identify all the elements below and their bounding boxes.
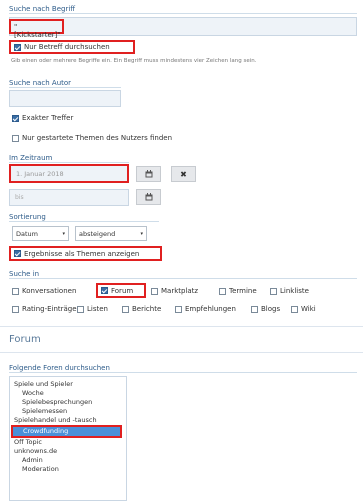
as-threads-checkbox[interactable] (14, 250, 21, 257)
content-type-recommendations[interactable]: Empfehlungen (175, 305, 236, 313)
marketplace-checkbox[interactable] (151, 287, 158, 295)
section-divider (0, 352, 363, 353)
marketplace-label: Marktplatz (161, 287, 199, 295)
forum-node[interactable]: Spiele und Spieler (10, 377, 126, 389)
lists-label: Listen (87, 305, 108, 313)
author-label: Suche nach Autor (9, 79, 121, 88)
chevron-down-icon: ▾ (62, 230, 65, 237)
recommendations-checkbox[interactable] (175, 305, 182, 313)
chevron-down-icon: ▾ (140, 230, 143, 237)
sort-order-select[interactable]: absteigend ▾ (75, 226, 147, 241)
section-divider (0, 326, 363, 327)
forum-node[interactable]: Spielehandel und -tausch (10, 416, 126, 425)
recommendations-label: Empfehlungen (185, 305, 236, 313)
events-label: Termine (229, 287, 257, 295)
reports-checkbox[interactable] (122, 305, 129, 313)
lists-checkbox[interactable] (77, 305, 84, 313)
as-threads-option[interactable]: Ergebnisse als Themen anzeigen (9, 246, 162, 261)
search-in-label: Suche in (9, 270, 357, 279)
content-type-ratings[interactable]: Rating-Einträge (12, 305, 77, 313)
calendar-icon (145, 170, 152, 178)
forum-node[interactable]: Woche (10, 389, 126, 398)
sort-order-value: absteigend (79, 229, 116, 238)
exact-match-checkbox[interactable] (12, 114, 19, 122)
to-date-input[interactable]: bis (9, 189, 129, 206)
close-icon: ✖ (180, 169, 187, 179)
content-type-conversations[interactable]: Konversationen (12, 287, 76, 295)
forum-node-selected[interactable]: Crowdfunding (11, 425, 122, 438)
as-threads-label: Ergebnisse als Themen anzeigen (24, 249, 140, 258)
title-only-label: Nur Betreff durchsuchen (24, 43, 110, 51)
user-threads-option[interactable]: Nur gestartete Themen des Nutzers finden (12, 134, 172, 142)
forum-node[interactable]: Off Topic (10, 438, 126, 447)
conversations-label: Konversationen (22, 287, 77, 295)
author-input[interactable] (9, 90, 121, 107)
ratings-label: Rating-Einträge (22, 305, 77, 313)
search-hint: Gib einen oder mehrere Begriffe ein. Ein… (11, 58, 257, 64)
forum-node[interactable]: Moderation (10, 465, 126, 474)
forum-label: Forum (111, 286, 134, 295)
calendar-icon (145, 193, 152, 201)
title-only-checkbox[interactable] (14, 43, 21, 51)
exact-match-label: Exakter Treffer (22, 114, 74, 122)
timeframe-label: Im Zeitraum (9, 154, 129, 163)
forum-node[interactable]: Admin (10, 456, 126, 465)
content-type-wiki[interactable]: Wiki (291, 305, 316, 313)
clear-date-button[interactable]: ✖ (171, 166, 196, 182)
reports-label: Berichte (132, 305, 162, 313)
content-type-forum[interactable]: Forum (96, 283, 146, 298)
to-calendar-button[interactable] (136, 189, 161, 205)
content-type-blogs[interactable]: Blogs (251, 305, 280, 313)
sort-field-value: Datum (16, 229, 38, 238)
sort-label: Sortierung (9, 213, 159, 222)
search-term-value[interactable]: "[Kickstarter]" (9, 19, 64, 39)
forum-checkbox[interactable] (101, 287, 108, 294)
forum-node[interactable]: Spielebesprechungen (10, 398, 126, 407)
linklist-label: Linkliste (280, 287, 309, 295)
content-type-linklist[interactable]: Linkliste (270, 287, 309, 295)
forum-tree-list[interactable]: Spiele und Spieler Woche Spielebesprechu… (9, 376, 127, 501)
user-threads-label: Nur gestartete Themen des Nutzers finden (22, 134, 173, 142)
from-calendar-button[interactable] (136, 166, 161, 182)
user-threads-checkbox[interactable] (12, 134, 19, 142)
blogs-label: Blogs (261, 305, 281, 313)
content-type-lists[interactable]: Listen (77, 305, 108, 313)
content-type-events[interactable]: Termine (219, 287, 257, 295)
events-checkbox[interactable] (219, 287, 226, 295)
linklist-checkbox[interactable] (270, 287, 277, 295)
ratings-checkbox[interactable] (12, 305, 19, 313)
content-type-reports[interactable]: Berichte (122, 305, 161, 313)
search-term-label: Suche nach Begriff (9, 5, 357, 14)
forum-node[interactable]: unknowns.de (10, 447, 126, 456)
sort-field-select[interactable]: Datum ▾ (12, 226, 69, 241)
title-only-option[interactable]: Nur Betreff durchsuchen (9, 40, 135, 54)
forum-section-title: Forum (9, 334, 41, 345)
forum-tree-label: Folgende Foren durchsuchen (9, 364, 357, 373)
from-date-input[interactable]: 1. Januar 2018 (9, 164, 129, 183)
wiki-label: Wiki (301, 305, 316, 313)
forum-node[interactable]: Spielemessen (10, 407, 126, 416)
exact-match-option[interactable]: Exakter Treffer (12, 114, 73, 122)
wiki-checkbox[interactable] (291, 305, 298, 313)
blogs-checkbox[interactable] (251, 305, 258, 313)
content-type-marketplace[interactable]: Marktplatz (151, 287, 198, 295)
conversations-checkbox[interactable] (12, 287, 19, 295)
